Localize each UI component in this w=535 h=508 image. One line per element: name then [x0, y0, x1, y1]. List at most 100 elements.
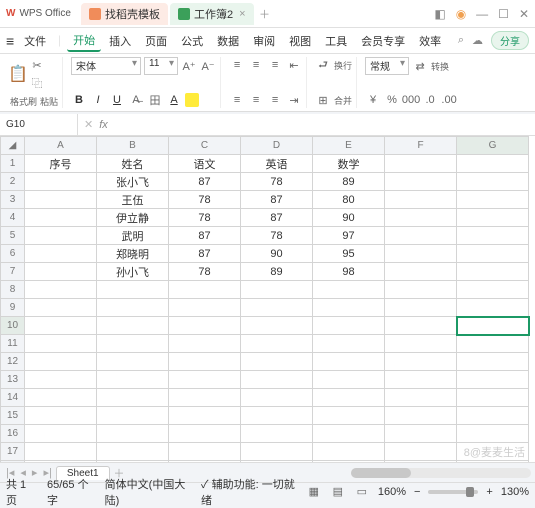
menu-efficiency[interactable]: 效率	[413, 31, 447, 51]
cell-F6[interactable]	[385, 245, 457, 263]
align-right-icon[interactable]: ≡	[267, 92, 283, 108]
cell-G3[interactable]	[457, 191, 529, 209]
cell-D7[interactable]: 89	[241, 263, 313, 281]
fx-icon[interactable]: fx	[99, 119, 108, 131]
cell-E15[interactable]	[313, 407, 385, 425]
cell-F14[interactable]	[385, 389, 457, 407]
paste-icon[interactable]: 📋	[10, 66, 26, 82]
col-header-B[interactable]: B	[97, 137, 169, 155]
align-mid-icon[interactable]: ≡	[248, 57, 264, 73]
indent-inc-icon[interactable]: ⇥	[286, 92, 302, 108]
cell-C5[interactable]: 87	[169, 227, 241, 245]
align-bot-icon[interactable]: ≡	[267, 57, 283, 73]
cell-A8[interactable]	[25, 281, 97, 299]
cell-B17[interactable]	[97, 443, 169, 461]
strike-icon[interactable]: A̶	[128, 92, 144, 108]
cell-B16[interactable]	[97, 425, 169, 443]
search-icon[interactable]: ⌕	[458, 34, 464, 47]
cell-F1[interactable]	[385, 155, 457, 173]
cell-E12[interactable]	[313, 353, 385, 371]
cut-icon[interactable]: ✂	[29, 57, 45, 73]
cell-A7[interactable]	[25, 263, 97, 281]
cell-B11[interactable]	[97, 335, 169, 353]
cell-C3[interactable]: 78	[169, 191, 241, 209]
menu-tools[interactable]: 工具	[319, 31, 353, 51]
row-header-2[interactable]: 2	[1, 173, 25, 191]
cell-A1[interactable]: 序号	[25, 155, 97, 173]
cell-D6[interactable]: 90	[241, 245, 313, 263]
indent-dec-icon[interactable]: ⇤	[286, 57, 302, 73]
select-all-corner[interactable]: ◢	[1, 137, 25, 155]
cell-D2[interactable]: 78	[241, 173, 313, 191]
cell-G6[interactable]	[457, 245, 529, 263]
zoom-level-2[interactable]: 130%	[501, 486, 529, 498]
cell-F12[interactable]	[385, 353, 457, 371]
cell-C11[interactable]	[169, 335, 241, 353]
row-header-1[interactable]: 1	[1, 155, 25, 173]
cell-C8[interactable]	[169, 281, 241, 299]
row-header-8[interactable]: 8	[1, 281, 25, 299]
cell-F13[interactable]	[385, 371, 457, 389]
menu-insert[interactable]: 插入	[103, 31, 137, 51]
fontcolor-icon[interactable]: A	[166, 92, 182, 108]
row-header-17[interactable]: 17	[1, 443, 25, 461]
col-header-F[interactable]: F	[385, 137, 457, 155]
cell-B1[interactable]: 姓名	[97, 155, 169, 173]
cell-F8[interactable]	[385, 281, 457, 299]
cell-B10[interactable]	[97, 317, 169, 335]
cell-C9[interactable]	[169, 299, 241, 317]
cell-G16[interactable]	[457, 425, 529, 443]
view-normal-icon[interactable]: ▦	[306, 484, 322, 500]
minimize-icon[interactable]: —	[476, 7, 488, 21]
font-select[interactable]: 宋体	[71, 57, 141, 75]
cell-C12[interactable]	[169, 353, 241, 371]
row-header-13[interactable]: 13	[1, 371, 25, 389]
wrap-icon[interactable]: ⮐	[315, 57, 331, 73]
cell-A14[interactable]	[25, 389, 97, 407]
cell-F9[interactable]	[385, 299, 457, 317]
menu-formula[interactable]: 公式	[175, 31, 209, 51]
cell-A17[interactable]	[25, 443, 97, 461]
cell-D12[interactable]	[241, 353, 313, 371]
menu-data[interactable]: 数据	[211, 31, 245, 51]
row-header-12[interactable]: 12	[1, 353, 25, 371]
zoom-in-icon[interactable]: +	[486, 486, 492, 498]
zoom-level[interactable]: 160%	[378, 486, 406, 498]
menu-file[interactable]: 文件	[18, 31, 52, 51]
cell-G7[interactable]	[457, 263, 529, 281]
cell-E2[interactable]: 89	[313, 173, 385, 191]
cell-A9[interactable]	[25, 299, 97, 317]
cell-A13[interactable]	[25, 371, 97, 389]
cell-C2[interactable]: 87	[169, 173, 241, 191]
row-header-15[interactable]: 15	[1, 407, 25, 425]
hamburger-icon[interactable]: ≡	[6, 33, 14, 49]
cell-C17[interactable]	[169, 443, 241, 461]
fontsize-select[interactable]: 11	[144, 57, 178, 75]
dec-inc-icon[interactable]: .0	[422, 92, 438, 108]
cell-D17[interactable]	[241, 443, 313, 461]
fontsize-inc-icon[interactable]: A⁺	[181, 58, 197, 74]
cell-F5[interactable]	[385, 227, 457, 245]
cell-D10[interactable]	[241, 317, 313, 335]
formula-input[interactable]	[114, 119, 529, 131]
cell-E13[interactable]	[313, 371, 385, 389]
cell-D1[interactable]: 英语	[241, 155, 313, 173]
cancel-fx-icon[interactable]: ✕	[84, 118, 93, 131]
new-tab-button[interactable]: ＋	[256, 6, 274, 22]
format-painter-label[interactable]: 格式刷	[10, 95, 37, 108]
zoom-out-icon[interactable]: −	[414, 486, 420, 498]
cell-C6[interactable]: 87	[169, 245, 241, 263]
cell-B4[interactable]: 伊立静	[97, 209, 169, 227]
cell-E9[interactable]	[313, 299, 385, 317]
cell-A15[interactable]	[25, 407, 97, 425]
doc-tab-workbook[interactable]: 工作簿2×	[170, 3, 254, 25]
cell-C13[interactable]	[169, 371, 241, 389]
cell-B13[interactable]	[97, 371, 169, 389]
cell-E14[interactable]	[313, 389, 385, 407]
cell-A6[interactable]	[25, 245, 97, 263]
cell-B12[interactable]	[97, 353, 169, 371]
align-left-icon[interactable]: ≡	[229, 92, 245, 108]
cell-G9[interactable]	[457, 299, 529, 317]
hscroll-thumb[interactable]	[351, 468, 411, 478]
thousand-icon[interactable]: 000	[403, 92, 419, 108]
